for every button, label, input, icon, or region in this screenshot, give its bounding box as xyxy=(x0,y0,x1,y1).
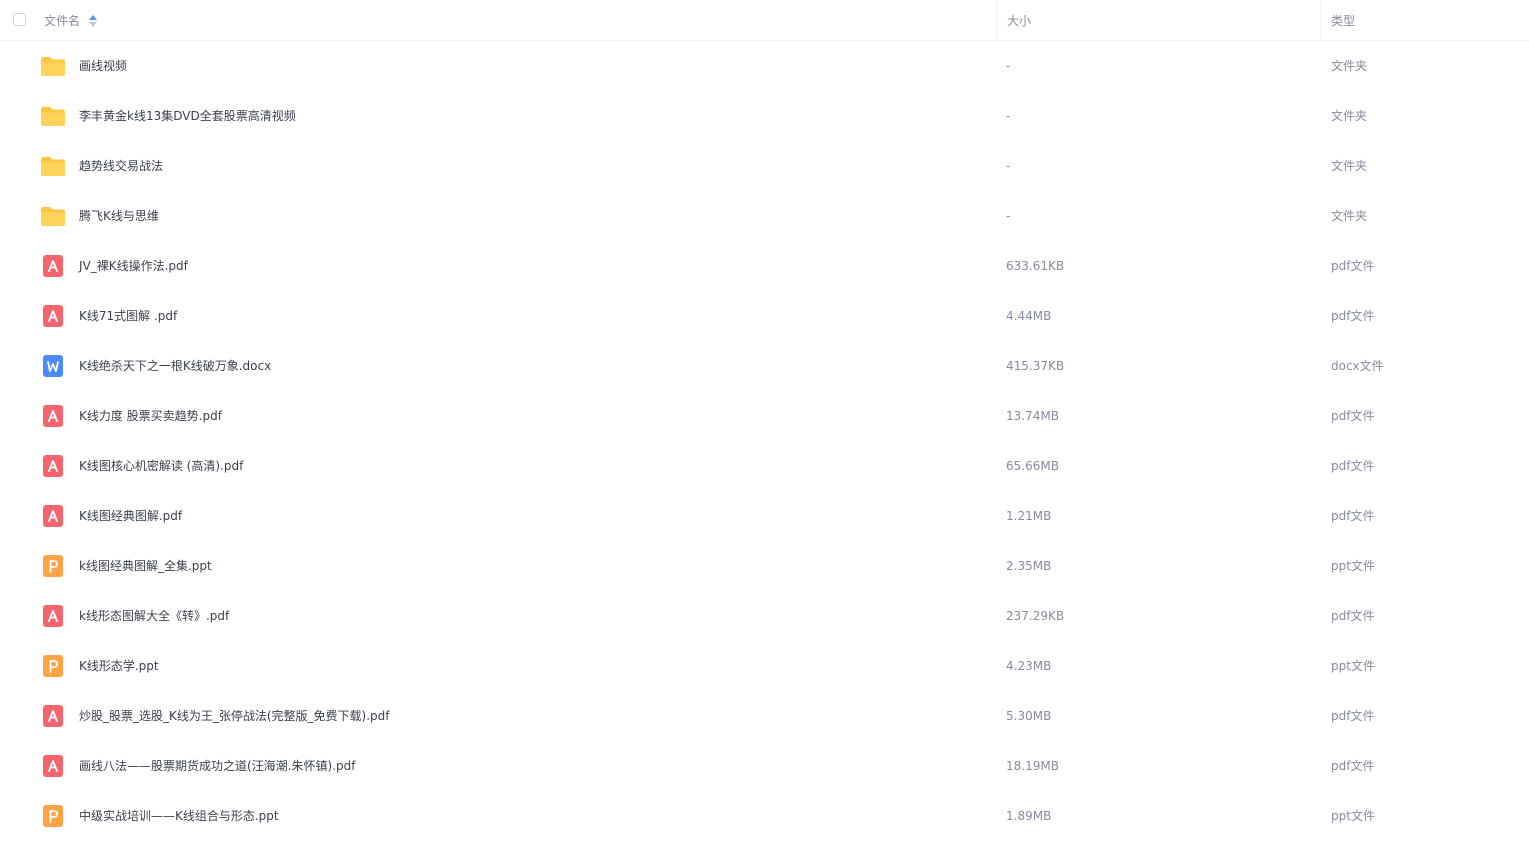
file-type: 文件夹 xyxy=(1331,209,1368,223)
column-header-type-label: 类型 xyxy=(1331,14,1356,28)
file-name[interactable]: 李丰黄金k线13集DVD全套股票高清视频 xyxy=(79,91,296,141)
file-type: docx文件 xyxy=(1331,359,1384,373)
file-row[interactable]: K线力度 股票买卖趋势.pdf 13.74MB pdf文件 xyxy=(0,391,1529,441)
file-row[interactable]: 腾飞K线与思维 - 文件夹 xyxy=(0,191,1529,241)
folder-icon xyxy=(40,204,66,228)
file-row[interactable]: 趋势线交易战法 - 文件夹 xyxy=(0,141,1529,191)
file-size: 65.66MB xyxy=(1006,459,1059,473)
file-size: 5.30MB xyxy=(1006,709,1052,723)
file-type: pdf文件 xyxy=(1331,609,1375,623)
column-header-name-label: 文件名 xyxy=(44,14,81,28)
folder-icon xyxy=(40,154,66,178)
pdf-file-icon xyxy=(40,454,66,478)
pdf-file-icon xyxy=(40,404,66,428)
file-name[interactable]: 画线八法——股票期货成功之道(汪海潮.朱怀镇).pdf xyxy=(79,741,355,791)
file-row[interactable]: K线绝杀天下之一根K线破万象.docx 415.37KB docx文件 xyxy=(0,341,1529,391)
file-size: 415.37KB xyxy=(1006,359,1065,373)
file-name[interactable]: JV_裸K线操作法.pdf xyxy=(79,241,188,291)
file-type: pdf文件 xyxy=(1331,759,1375,773)
file-name[interactable]: 趋势线交易战法 xyxy=(79,141,163,191)
file-name[interactable]: 炒股_股票_选股_K线为王_张停战法(完整版_免费下载).pdf xyxy=(79,691,390,741)
file-name[interactable]: k线形态图解大全《转》.pdf xyxy=(79,591,229,641)
file-name[interactable]: 画线视频 xyxy=(79,41,127,91)
file-name[interactable]: 中级实战培训——K线组合与形态.ppt xyxy=(79,791,279,841)
file-row[interactable]: K线形态学.ppt 4.23MB ppt文件 xyxy=(0,641,1529,691)
ppt-file-icon xyxy=(40,554,66,578)
list-header: 文件名 大小 类型 xyxy=(0,0,1529,41)
file-row[interactable]: 中级实战培训——K线组合与形态.ppt 1.89MB ppt文件 xyxy=(0,791,1529,841)
file-row[interactable]: k线图经典图解_全集.ppt 2.35MB ppt文件 xyxy=(0,541,1529,591)
file-row[interactable]: k线形态图解大全《转》.pdf 237.29KB pdf文件 xyxy=(0,591,1529,641)
file-size: - xyxy=(1006,209,1011,223)
pdf-file-icon xyxy=(40,704,66,728)
file-row[interactable]: 画线八法——股票期货成功之道(汪海潮.朱怀镇).pdf 18.19MB pdf文件 xyxy=(0,741,1529,791)
sort-ascending-icon[interactable] xyxy=(89,14,98,27)
file-size: 13.74MB xyxy=(1006,409,1059,423)
file-name[interactable]: K线71式图解 .pdf xyxy=(79,291,177,341)
file-list: 文件名 大小 类型 画线视频 - 文件夹 李丰黄金k线13集DVD全套股票高清视频 - 文… xyxy=(0,0,1529,844)
file-row[interactable]: 画线视频 - 文件夹 xyxy=(0,41,1529,91)
file-type: 文件夹 xyxy=(1331,59,1368,73)
file-row[interactable]: 李丰黄金k线13集DVD全套股票高清视频 - 文件夹 xyxy=(0,91,1529,141)
pdf-file-icon xyxy=(40,304,66,328)
file-type: pdf文件 xyxy=(1331,259,1375,273)
file-name[interactable]: K线图核心机密解读 (高清).pdf xyxy=(79,441,243,491)
file-type: 文件夹 xyxy=(1331,109,1368,123)
file-size: - xyxy=(1006,59,1011,73)
file-size: 1.89MB xyxy=(1006,809,1052,823)
file-type: pdf文件 xyxy=(1331,409,1375,423)
file-size: 4.44MB xyxy=(1006,309,1052,323)
file-row[interactable]: JV_裸K线操作法.pdf 633.61KB pdf文件 xyxy=(0,241,1529,291)
file-row[interactable]: 炒股_股票_选股_K线为王_张停战法(完整版_免费下载).pdf 5.30MB pd… xyxy=(0,691,1529,741)
folder-icon xyxy=(40,104,66,128)
file-size: 18.19MB xyxy=(1006,759,1059,773)
file-type: ppt文件 xyxy=(1331,559,1375,573)
file-name[interactable]: K线绝杀天下之一根K线破万象.docx xyxy=(79,341,271,391)
file-name[interactable]: 腾飞K线与思维 xyxy=(79,191,159,241)
file-type: ppt文件 xyxy=(1331,809,1375,823)
column-header-name[interactable]: 文件名 xyxy=(44,0,98,41)
file-type: pdf文件 xyxy=(1331,709,1375,723)
pdf-file-icon xyxy=(40,504,66,528)
file-type: 文件夹 xyxy=(1331,159,1368,173)
file-size: 237.29KB xyxy=(1006,609,1065,623)
file-size: 2.35MB xyxy=(1006,559,1052,573)
file-type: ppt文件 xyxy=(1331,659,1375,673)
file-name[interactable]: K线力度 股票买卖趋势.pdf xyxy=(79,391,222,441)
ppt-file-icon xyxy=(40,654,66,678)
ppt-file-icon xyxy=(40,804,66,828)
file-row[interactable]: K线71式图解 .pdf 4.44MB pdf文件 xyxy=(0,291,1529,341)
pdf-file-icon xyxy=(40,254,66,278)
column-header-type[interactable]: 类型 xyxy=(1320,0,1529,41)
file-size: 1.21MB xyxy=(1006,509,1052,523)
file-size: - xyxy=(1006,109,1011,123)
file-type: pdf文件 xyxy=(1331,509,1375,523)
file-name[interactable]: K线形态学.ppt xyxy=(79,641,159,691)
pdf-file-icon xyxy=(40,604,66,628)
select-all-checkbox[interactable] xyxy=(13,13,26,26)
column-header-size[interactable]: 大小 xyxy=(996,0,1320,41)
pdf-file-icon xyxy=(40,754,66,778)
file-type: pdf文件 xyxy=(1331,459,1375,473)
file-name[interactable]: k线图经典图解_全集.ppt xyxy=(79,541,212,591)
file-size: 4.23MB xyxy=(1006,659,1052,673)
word-file-icon xyxy=(40,354,66,378)
folder-icon xyxy=(40,54,66,78)
file-type: pdf文件 xyxy=(1331,309,1375,323)
file-row[interactable]: K线图核心机密解读 (高清).pdf 65.66MB pdf文件 xyxy=(0,441,1529,491)
file-size: - xyxy=(1006,159,1011,173)
file-size: 633.61KB xyxy=(1006,259,1065,273)
column-header-size-label: 大小 xyxy=(1007,14,1032,28)
file-name[interactable]: K线图经典图解.pdf xyxy=(79,491,182,541)
file-row[interactable]: K线图经典图解.pdf 1.21MB pdf文件 xyxy=(0,491,1529,541)
